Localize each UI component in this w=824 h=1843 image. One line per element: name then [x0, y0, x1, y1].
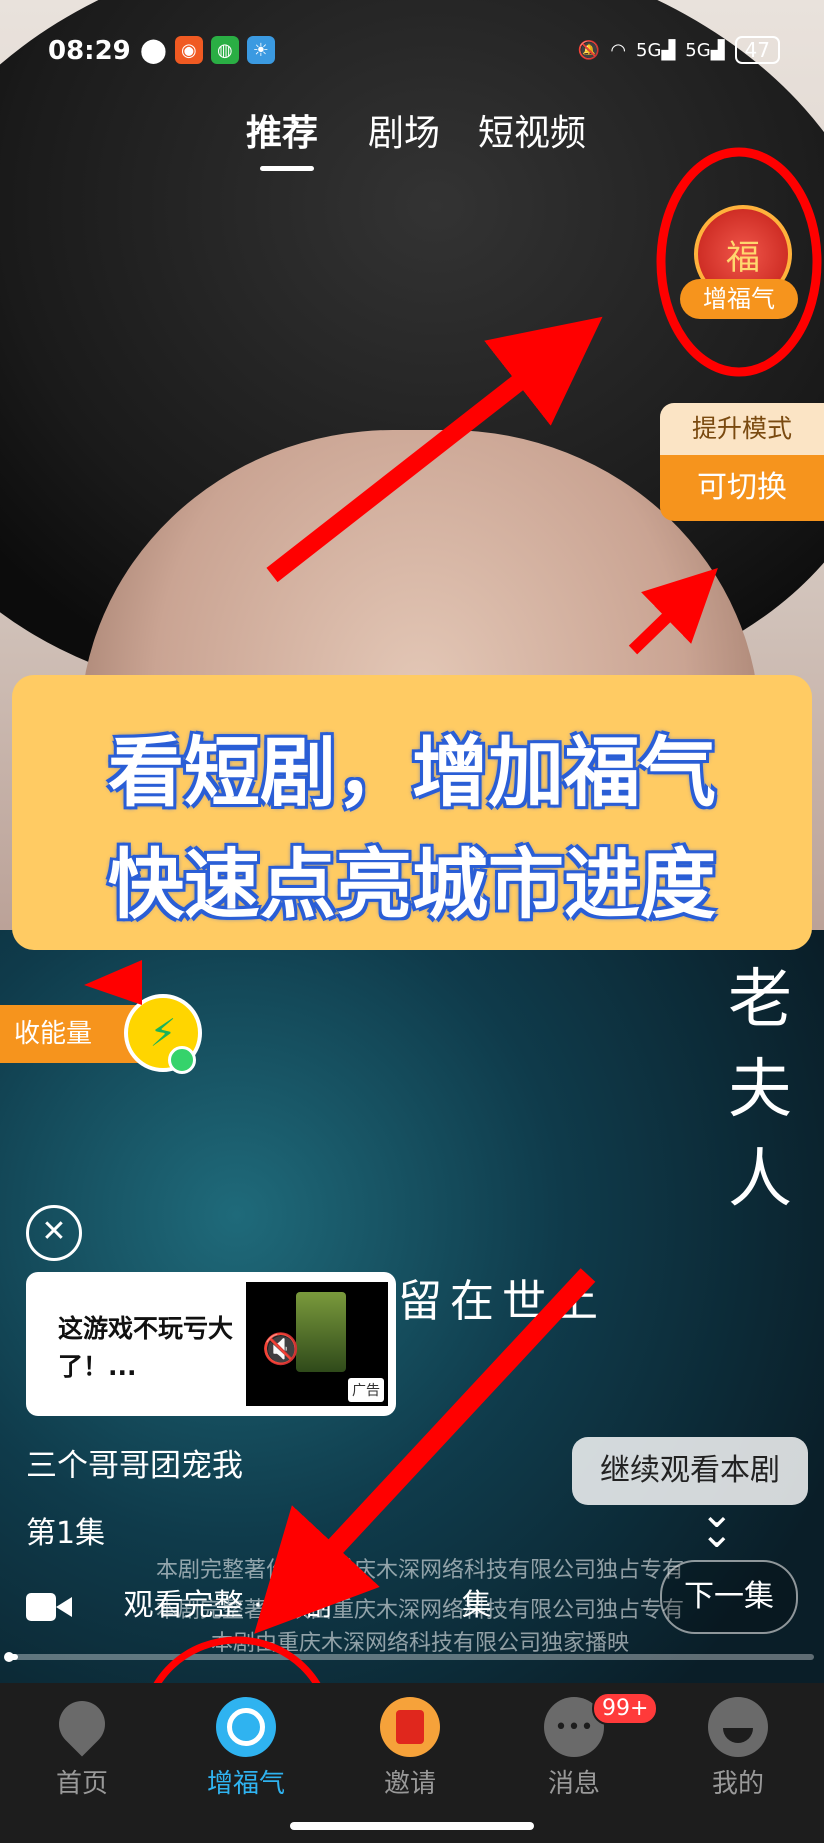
location-icon: ⬤ [140, 36, 167, 64]
episode-label: 第1集 [26, 1516, 106, 1551]
nav-me[interactable]: 我的 [656, 1683, 820, 1813]
watch-full-text: 观看完整 · 短剧 [123, 1588, 333, 1623]
weather-icon: ☀ [246, 36, 275, 64]
drama-title[interactable]: 三个哥哥团宠我 [26, 1440, 243, 1485]
ad-card[interactable]: 这游戏不玩亏大了！... 🔇 广告 [26, 1272, 396, 1416]
continue-watching-button[interactable]: 继续观看本剧 [572, 1437, 808, 1505]
wifi-icon: ◠ [610, 39, 627, 61]
signal-icon-2: 5G▟ [685, 39, 725, 61]
fu-button-label: 增福气 [680, 279, 798, 319]
tab-theater[interactable]: 剧场 [368, 104, 440, 156]
nav-fu[interactable]: 增福气 [164, 1683, 328, 1813]
vertical-title-char: 人 [728, 1143, 792, 1217]
message-count-badge: 99+ [592, 1692, 659, 1725]
vertical-title-char: 夫 [728, 1053, 792, 1127]
ad-game-image [296, 1292, 346, 1372]
status-app-icons: ⬤ ◉ ◍ ☀ [140, 36, 275, 64]
double-chevron-down-icon: ⌄ ⌄ [700, 1491, 734, 1557]
copyright-line-3: 本剧由重庆木深网络科技有限公司独家播映 [210, 1631, 629, 1656]
tab-active-underline [260, 166, 314, 171]
ad-tag: 广告 [348, 1378, 384, 1402]
vertical-title-char: 老 [728, 963, 792, 1037]
nav-home[interactable]: 首页 [0, 1683, 164, 1813]
video-progress-bar[interactable] [10, 1654, 814, 1660]
promo-headline-banner: 看短剧，增加福气 快速点亮城市进度 [12, 675, 812, 950]
status-time: 08:29 [48, 36, 131, 66]
video-camera-icon [26, 1592, 74, 1621]
tab-recommend[interactable]: 推荐 [246, 104, 318, 156]
mode-card-title: 提升模式 [660, 403, 824, 455]
nav-messages-label: 消息 [547, 1769, 600, 1799]
home-indicator[interactable] [290, 1822, 534, 1830]
fu-ring-icon [216, 1697, 276, 1757]
fu-button[interactable]: 福 增福气 [680, 205, 798, 323]
signal-label-1: 5G [636, 39, 662, 61]
ad-text: 这游戏不玩亏大了！... [58, 1314, 234, 1381]
tab-short-video[interactable]: 短视频 [478, 104, 586, 156]
mode-card-action: 可切换 [660, 455, 824, 521]
signal-label-2: 5G [685, 39, 711, 61]
smile-face-icon [708, 1697, 768, 1757]
wechat-icon: ◍ [210, 36, 239, 64]
red-envelope-icon [380, 1697, 440, 1757]
status-bar: 08:29 ⬤ ◉ ◍ ☀ 🔕 ◠ 5G▟ 5G▟ 47 [0, 30, 824, 70]
ad-close-button[interactable]: ✕ [26, 1205, 82, 1261]
mute-icon[interactable]: 🔇 [262, 1332, 299, 1367]
nav-me-label: 我的 [711, 1769, 764, 1799]
bottom-nav: 首页 增福气 邀请 ••• 消息 我的 [0, 1683, 824, 1843]
video-progress-knob[interactable] [4, 1652, 14, 1662]
watch-full-row[interactable]: 观看完整 · 短剧 集 [26, 1580, 492, 1624]
mode-switch-card[interactable]: 提升模式 可切换 [660, 403, 824, 521]
ad-thumbnail[interactable]: 🔇 广告 [246, 1282, 388, 1406]
signal-icon-1: 5G▟ [636, 39, 676, 61]
location-pin-icon [49, 1691, 115, 1757]
mute-icon: 🔕 [577, 39, 601, 61]
watch-full-tail: 集 [461, 1588, 492, 1623]
video-vertical-title: 老 夫 人 [728, 955, 818, 1225]
nav-invite[interactable]: 邀请 [328, 1683, 492, 1813]
nav-invite-label: 邀请 [383, 1769, 436, 1799]
fu-icon-text: 福 [726, 237, 760, 278]
nav-home-label: 首页 [55, 1769, 108, 1799]
video-subtitle: 留在世上 [398, 1276, 606, 1327]
headline-line-1: 看短剧，增加福气 [108, 728, 716, 817]
nav-fu-label: 增福气 [206, 1769, 285, 1799]
status-right-icons: 🔕 ◠ 5G▟ 5G▟ 47 [578, 36, 780, 64]
energy-status-dot [168, 1046, 196, 1074]
app-notify-icon: ◉ [174, 36, 203, 64]
next-episode-button[interactable]: 下一集 [660, 1560, 798, 1634]
battery-icon: 47 [734, 36, 780, 64]
headline-line-2: 快速点亮城市进度 [108, 840, 716, 929]
